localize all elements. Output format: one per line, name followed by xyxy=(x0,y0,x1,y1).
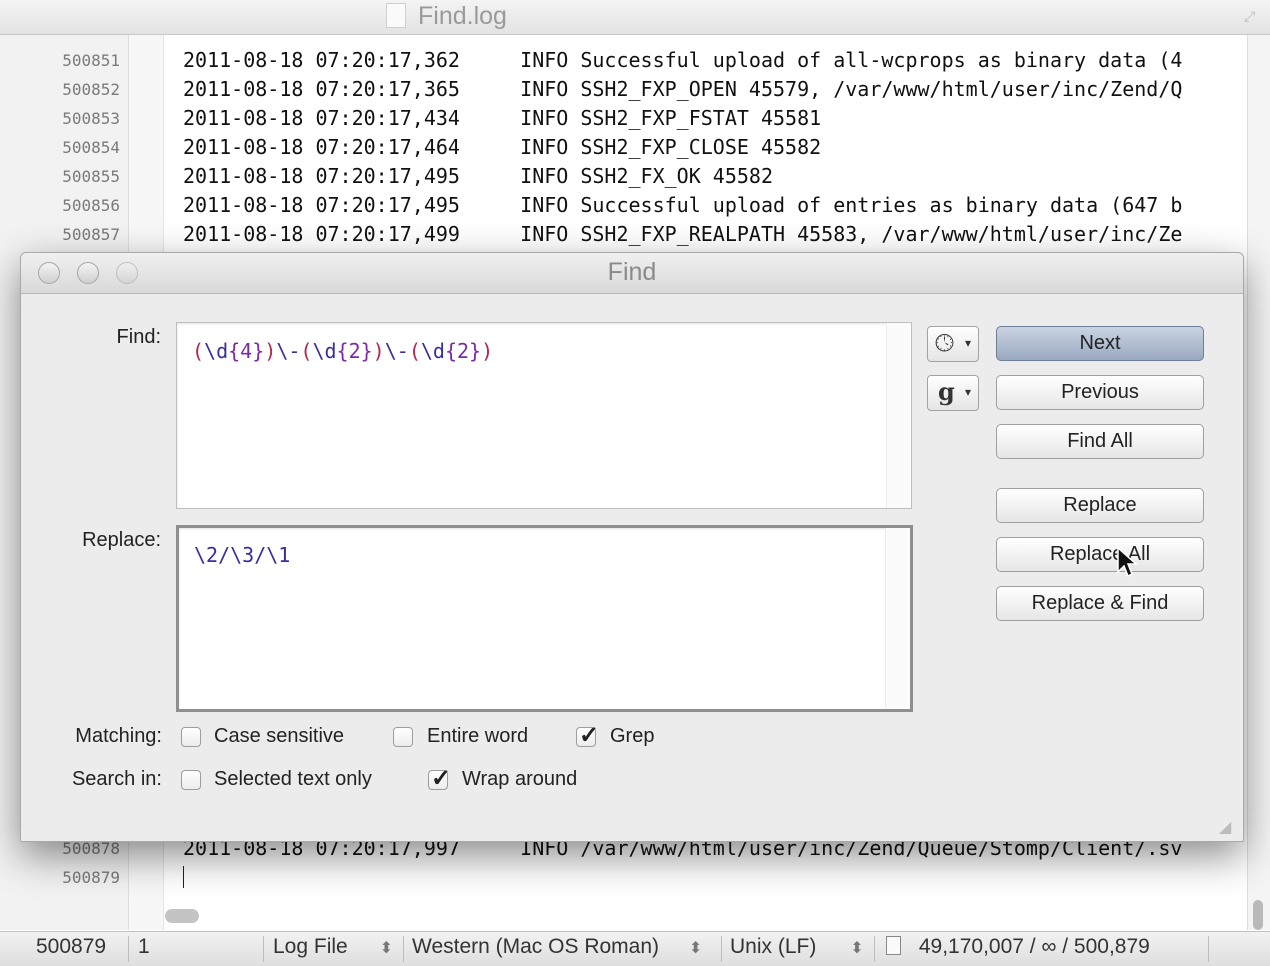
replace-all-button[interactable]: Replace All xyxy=(996,537,1204,572)
status-column-number[interactable]: 1 xyxy=(138,935,150,959)
fullscreen-icon[interactable]: ⤢ xyxy=(1244,8,1260,24)
checkmark-icon: ✓ xyxy=(431,765,452,792)
vertical-scroll-thumb[interactable] xyxy=(1253,900,1263,930)
encoding-label: Western (Mac OS Roman) xyxy=(412,935,660,958)
line-endings-popup[interactable]: Unix (LF) ⬍ xyxy=(730,935,864,959)
mouse-cursor-icon xyxy=(1117,546,1138,578)
find-dialog-title: Find xyxy=(607,258,657,286)
next-button[interactable]: Next xyxy=(996,326,1204,361)
document-icon xyxy=(386,3,406,28)
line-number: 500855 xyxy=(62,167,120,186)
checkmark-icon: ✓ xyxy=(579,722,600,749)
language-label: Log File xyxy=(273,935,348,958)
window-titlebar: Find.log ⤢ xyxy=(0,0,1270,35)
popup-arrows-icon: ⬍ xyxy=(850,940,864,957)
log-line[interactable]: 2011-08-18 07:20:17,365 INFO SSH2_FXP_OP… xyxy=(183,75,1247,104)
pattern-token: {2} xyxy=(336,339,373,363)
line-number: 500852 xyxy=(62,80,120,99)
find-field-scrollbar[interactable] xyxy=(886,323,911,508)
resize-grip-icon[interactable]: ◢ xyxy=(1219,817,1239,837)
document-stats-label: 49,170,007 / ∞ / 500,879 xyxy=(918,935,1150,958)
find-dialog: Find Find: (\d{4})\-(\d{2})\-(\d{2}) Rep… xyxy=(20,252,1244,842)
grep-label[interactable]: Grep xyxy=(610,725,654,748)
log-line[interactable]: 2011-08-18 07:20:17,434 INFO SSH2_FXP_FS… xyxy=(183,104,1247,133)
pattern-token: {2} xyxy=(444,339,482,363)
replace-field[interactable]: \2/\3/\1 xyxy=(176,525,913,712)
log-line[interactable]: 2011-08-18 07:20:17,362 INFO Successful … xyxy=(183,46,1247,75)
entire-word-label[interactable]: Entire word xyxy=(427,725,528,748)
replace-button[interactable]: Replace xyxy=(996,488,1204,523)
document-stats[interactable]: 49,170,007 / ∞ / 500,879 xyxy=(886,935,1150,959)
find-field[interactable]: (\d{4})\-(\d{2})\-(\d{2}) xyxy=(176,322,912,509)
grep-checkbox[interactable]: ✓ xyxy=(576,722,599,749)
replace-and-find-button[interactable]: Replace & Find xyxy=(996,586,1204,621)
chevron-down-icon: ▾ xyxy=(965,385,972,399)
grep-pattern-popup-button[interactable]: g ▾ xyxy=(927,375,979,411)
pattern-token: ) xyxy=(481,339,494,363)
search-in-label: Search in: xyxy=(71,768,162,790)
pattern-token: \- xyxy=(276,339,301,363)
replace-pattern-text: \2/\3/\1 xyxy=(194,543,291,567)
popup-arrows-icon: ⬍ xyxy=(688,940,703,957)
find-all-button[interactable]: Find All xyxy=(996,424,1204,459)
pattern-token: ( xyxy=(192,339,205,363)
wrap-around-checkbox[interactable]: ✓ xyxy=(428,765,451,792)
popup-arrows-icon: ⬍ xyxy=(379,940,393,957)
line-number: 500853 xyxy=(62,109,120,128)
find-dialog-titlebar: Find xyxy=(21,253,1243,294)
grep-g-icon: g xyxy=(938,377,955,406)
log-line[interactable]: 2011-08-18 07:20:17,495 INFO Successful … xyxy=(183,191,1247,220)
find-label: Find: xyxy=(116,326,161,348)
wrap-around-label[interactable]: Wrap around xyxy=(462,768,577,791)
line-number: 500879 xyxy=(62,868,120,887)
pattern-token: ( xyxy=(300,339,313,363)
text-caret xyxy=(183,866,184,888)
find-pattern-text: (\d{4})\-(\d{2})\-(\d{2}) xyxy=(192,339,493,363)
previous-button[interactable]: Previous xyxy=(996,375,1204,410)
status-bar: 500879 1 Log File ⬍ Western (Mac OS Roma… xyxy=(0,931,1270,966)
pattern-token: \d xyxy=(420,339,445,363)
vertical-scrollbar[interactable] xyxy=(1247,35,1270,930)
line-number: 500857 xyxy=(62,225,120,244)
clock-icon: 🕓︎ xyxy=(935,330,954,357)
selected-text-only-checkbox[interactable] xyxy=(181,770,201,790)
language-popup[interactable]: Log File ⬍ xyxy=(273,935,393,959)
line-number: 500851 xyxy=(62,51,120,70)
entire-word-checkbox[interactable] xyxy=(393,727,413,747)
history-popup-button[interactable]: 🕓︎ ▾ xyxy=(927,326,979,362)
encoding-popup[interactable]: Western (Mac OS Roman) ⬍ xyxy=(412,935,702,959)
selected-text-only-label[interactable]: Selected text only xyxy=(214,768,372,791)
log-line[interactable]: 2011-08-18 07:20:17,499 INFO SSH2_FXP_RE… xyxy=(183,220,1247,249)
pattern-token: ) xyxy=(264,339,277,363)
line-number: 500856 xyxy=(62,196,120,215)
pattern-token: {4} xyxy=(228,339,265,363)
pattern-token: \- xyxy=(384,339,409,363)
status-line-number[interactable]: 500879 xyxy=(36,935,106,959)
document-icon xyxy=(886,936,901,955)
pattern-token: \d xyxy=(312,339,337,363)
case-sensitive-label[interactable]: Case sensitive xyxy=(214,725,344,748)
log-line[interactable]: 2011-08-18 07:20:17,464 INFO SSH2_FXP_CL… xyxy=(183,133,1247,162)
pattern-token: ) xyxy=(372,339,385,363)
horizontal-scroll-thumb[interactable] xyxy=(165,909,199,923)
replace-field-scrollbar[interactable] xyxy=(885,528,910,709)
line-number: 500854 xyxy=(62,138,120,157)
case-sensitive-checkbox[interactable] xyxy=(181,727,201,747)
window-title: Find.log xyxy=(418,2,507,30)
line-endings-label: Unix (LF) xyxy=(730,935,817,958)
pattern-token: ( xyxy=(408,339,421,363)
chevron-down-icon: ▾ xyxy=(965,336,972,350)
log-line[interactable]: 2011-08-18 07:20:17,495 INFO SSH2_FX_OK … xyxy=(183,162,1247,191)
pattern-token: \d xyxy=(204,339,229,363)
replace-label: Replace: xyxy=(82,529,161,551)
matching-label: Matching: xyxy=(75,725,162,747)
